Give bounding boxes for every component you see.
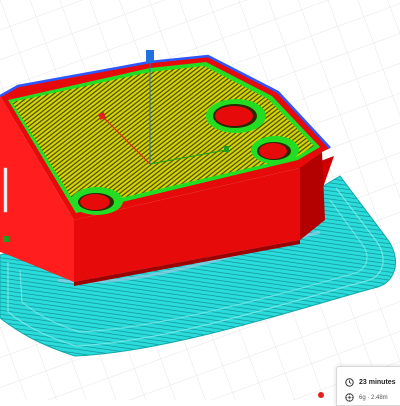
hole-top-right [206,99,266,133]
origin-marker [318,392,324,398]
clock-icon [345,378,354,387]
material-row: 6g · 2.48m [345,393,388,402]
print-info-panel[interactable]: 23 minutes 6g · 2.48m [336,366,400,406]
hole-front-left [71,187,123,215]
z-axis-handle[interactable] [146,50,154,63]
print-time-row: 23 minutes [345,378,396,387]
print-time: 23 minutes [359,379,396,386]
spool-icon [345,393,354,402]
3d-viewport[interactable] [0,0,400,400]
axis-marker-white [3,167,8,213]
y-axis-handle[interactable] [224,146,229,152]
axis-marker-green [3,236,9,242]
hole-right [251,136,299,164]
